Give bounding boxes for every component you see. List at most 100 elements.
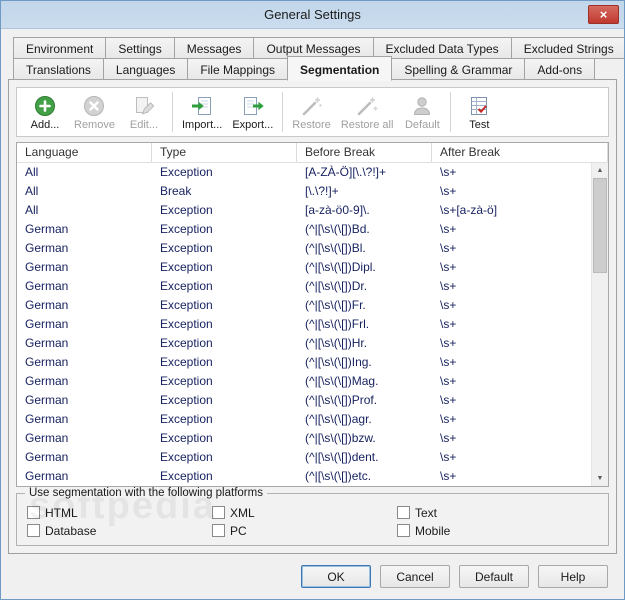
default-toolbar-button[interactable]: Default [398, 92, 446, 132]
export-label: Export... [232, 119, 274, 131]
table-row[interactable]: All Break [\.\?!]+ \s+ [17, 182, 591, 201]
table-row[interactable]: German Exception (^|[\s\(\[])Fr. \s+ [17, 296, 591, 315]
cell-before-break: (^|[\s\(\[])Bl. [305, 241, 366, 255]
restore-all-button[interactable]: Restore all [336, 92, 399, 132]
ok-button[interactable]: OK [301, 565, 371, 588]
table-row[interactable]: German Exception (^|[\s\(\[])Dipl. \s+ [17, 258, 591, 277]
edit-label: Edit... [129, 119, 159, 131]
cell-after-break: \s+ [440, 317, 457, 331]
tab-languages[interactable]: Languages [102, 58, 189, 80]
table-row[interactable]: German Exception (^|[\s\(\[])Bd. \s+ [17, 220, 591, 239]
tab-excluded-strings[interactable]: Excluded Strings [510, 37, 624, 59]
table-row[interactable]: German Exception (^|[\s\(\[])Hr. \s+ [17, 334, 591, 353]
checkbox-box[interactable] [27, 524, 40, 537]
checkbox-text[interactable]: Text [397, 505, 598, 520]
checkbox-mobile[interactable]: Mobile [397, 523, 598, 538]
add-button[interactable]: Add... [21, 92, 69, 132]
tab-file-mappings[interactable]: File Mappings [187, 58, 289, 80]
titlebar: General Settings × [1, 1, 624, 29]
close-button[interactable]: × [588, 5, 619, 24]
table-row[interactable]: German Exception (^|[\s\(\[])Mag. \s+ [17, 372, 591, 391]
scrollbar-thumb[interactable] [593, 178, 607, 273]
cell-before-break: (^|[\s\(\[])Dr. [305, 279, 368, 293]
cell-after-break: \s+ [440, 298, 457, 312]
cell-after-break: \s+[a-zà-ö] [440, 203, 498, 217]
cell-after-break: \s+ [440, 431, 457, 445]
tab-settings[interactable]: Settings [105, 37, 175, 59]
table-row[interactable]: German Exception (^|[\s\(\[])Ing. \s+ [17, 353, 591, 372]
table-row[interactable]: German Exception (^|[\s\(\[])Bl. \s+ [17, 239, 591, 258]
cell-after-break: \s+ [440, 336, 457, 350]
toolbar-separator [450, 92, 452, 132]
cell-language: German [25, 298, 69, 312]
import-button[interactable]: Import... [177, 92, 227, 132]
toolbar: Add... Remove Edit... Import... Export..… [16, 87, 609, 137]
tab-excluded-data-types[interactable]: Excluded Data Types [372, 37, 512, 59]
cell-before-break: (^|[\s\(\[])Mag. [305, 374, 379, 388]
table-row[interactable]: German Exception (^|[\s\(\[])Frl. \s+ [17, 315, 591, 334]
vertical-scrollbar[interactable]: ▲ ▼ [591, 163, 608, 486]
tab-segmentation[interactable]: Segmentation [287, 56, 393, 81]
default-button[interactable]: Default [459, 565, 529, 588]
checkbox-box[interactable] [212, 506, 225, 519]
cell-type: Exception [160, 450, 213, 464]
cell-after-break: \s+ [440, 393, 457, 407]
cell-before-break: (^|[\s\(\[])Ing. [305, 355, 372, 369]
window-title: General Settings [264, 7, 361, 22]
help-button[interactable]: Help [538, 565, 608, 588]
cell-before-break: [a-zà-ö0-9]\. [305, 203, 370, 217]
cell-type: Exception [160, 393, 213, 407]
tab-environment[interactable]: Environment [13, 37, 107, 59]
cell-after-break: \s+ [440, 412, 457, 426]
scrollbar-track[interactable] [592, 178, 608, 471]
table-row[interactable]: German Exception (^|[\s\(\[])Dr. \s+ [17, 277, 591, 296]
tab-translations[interactable]: Translations [13, 58, 104, 80]
table-row[interactable]: German Exception (^|[\s\(\[])agr. \s+ [17, 410, 591, 429]
column-header-before-break[interactable]: Before Break [297, 143, 432, 162]
table-row[interactable]: All Exception [A-ZÀ-Ö][\.\?!]+ \s+ [17, 163, 591, 182]
default-person-icon [410, 94, 434, 118]
cell-type: Exception [160, 336, 213, 350]
column-header-language[interactable]: Language [17, 143, 152, 162]
platforms-checkbox-grid: HTML XML Text Database PC Mobile [27, 505, 598, 538]
tab-messages[interactable]: Messages [173, 37, 255, 59]
checkbox-box[interactable] [397, 524, 410, 537]
cancel-button[interactable]: Cancel [380, 565, 450, 588]
remove-label: Remove [74, 119, 115, 131]
checkbox-label: Text [415, 505, 438, 520]
test-button[interactable]: Test [455, 92, 503, 132]
column-header-after-break[interactable]: After Break [432, 143, 608, 162]
checkbox-xml[interactable]: XML [212, 505, 397, 520]
general-settings-dialog: General Settings × Environment Settings … [0, 0, 625, 600]
checkbox-box[interactable] [27, 506, 40, 519]
cell-before-break: [\.\?!]+ [305, 184, 339, 198]
cell-type: Exception [160, 279, 213, 293]
table-row[interactable]: German Exception (^|[\s\(\[])dent. \s+ [17, 448, 591, 467]
checkbox-database[interactable]: Database [27, 523, 212, 538]
restore-button[interactable]: Restore [287, 92, 336, 132]
table-row[interactable]: German Exception (^|[\s\(\[])Prof. \s+ [17, 391, 591, 410]
edit-button[interactable]: Edit... [120, 92, 168, 132]
add-label: Add... [30, 119, 60, 131]
checkbox-pc[interactable]: PC [212, 523, 397, 538]
scroll-up-button[interactable]: ▲ [592, 163, 608, 178]
checkbox-box[interactable] [397, 506, 410, 519]
checkbox-box[interactable] [212, 524, 225, 537]
export-button[interactable]: Export... [227, 92, 278, 132]
cell-language: German [25, 241, 69, 255]
cell-type: Exception [160, 412, 213, 426]
table-row[interactable]: German Exception (^|[\s\(\[])bzw. \s+ [17, 429, 591, 448]
toolbar-separator [171, 92, 173, 132]
tab-add-ons[interactable]: Add-ons [524, 58, 596, 80]
checkbox-html[interactable]: HTML [27, 505, 212, 520]
remove-button[interactable]: Remove [69, 92, 120, 132]
restore-label: Restore [292, 119, 331, 131]
scroll-down-button[interactable]: ▼ [592, 471, 608, 486]
column-header-type[interactable]: Type [152, 143, 297, 162]
table-row[interactable]: All Exception [a-zà-ö0-9]\. \s+[a-zà-ö] [17, 201, 591, 220]
cell-type: Exception [160, 317, 213, 331]
default-toolbar-label: Default [404, 119, 440, 131]
tab-spelling-grammar[interactable]: Spelling & Grammar [391, 58, 526, 80]
table-row[interactable]: German Exception (^|[\s\(\[])etc. \s+ [17, 467, 591, 486]
cell-language: All [25, 203, 39, 217]
